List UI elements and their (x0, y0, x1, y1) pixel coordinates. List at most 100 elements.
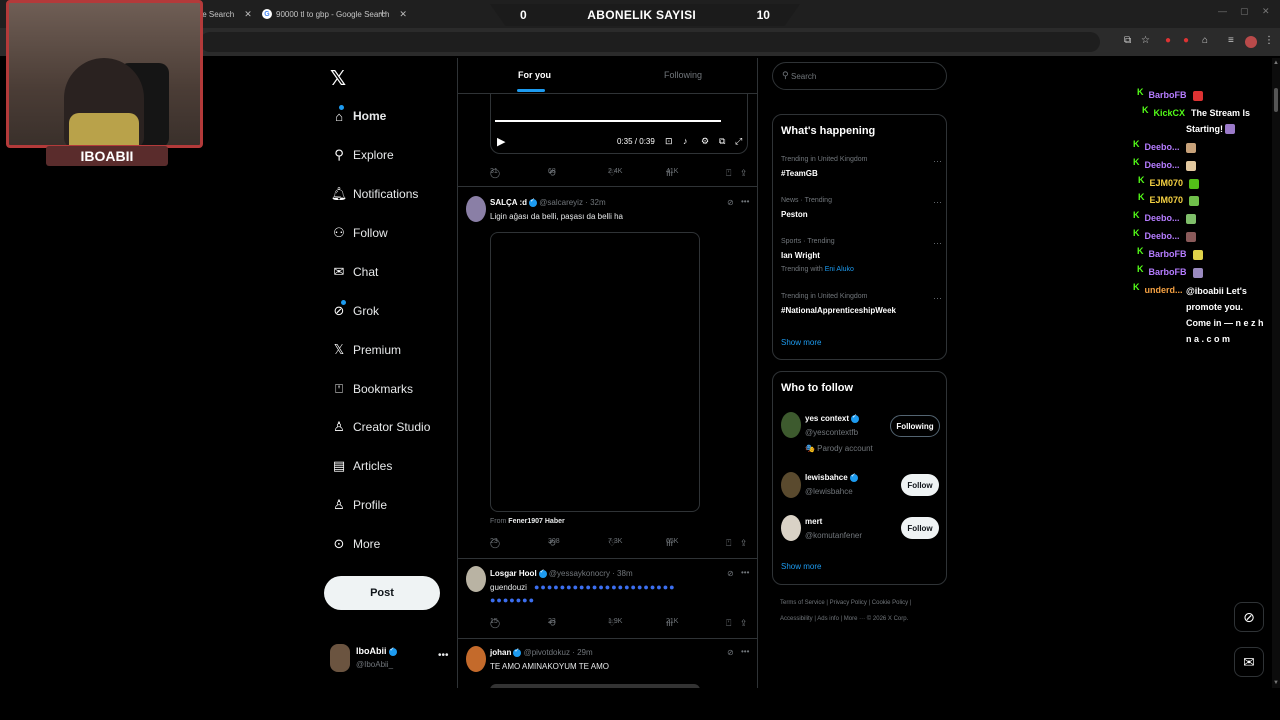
more-dots-icon[interactable]: ••• (741, 647, 749, 656)
extension-icon[interactable]: ● (1165, 35, 1171, 46)
tweet-author-handle[interactable]: @salcareyiz (539, 198, 583, 207)
source-link[interactable]: Fener1907 Haber (508, 518, 564, 525)
video-progress-bar[interactable] (495, 120, 721, 122)
close-tab-icon[interactable]: ✕ (244, 9, 252, 20)
nav-follow[interactable]: ⚇ Follow (330, 222, 388, 244)
whats-happening-panel: What's happening Trending in United King… (772, 114, 947, 360)
tab-for-you[interactable]: For you (518, 70, 551, 80)
avatar[interactable] (466, 566, 486, 592)
avatar[interactable] (781, 472, 801, 498)
reading-list-icon[interactable]: ≡ (1228, 35, 1234, 46)
show-more-link[interactable]: Show more (781, 562, 821, 571)
nav-bookmarks[interactable]: ⍞ Bookmarks (330, 378, 413, 400)
following-button[interactable]: Following (890, 415, 940, 437)
video-player[interactable]: ▶ 0:35 / 0:39 ⊡ ♪ ⚙ ⧉ ⤢ (490, 94, 748, 154)
avatar[interactable] (781, 412, 801, 438)
emote-icon (1192, 267, 1203, 278)
pip-icon[interactable]: ⧉ (719, 136, 725, 147)
trend-sub-link[interactable]: Eni Aluko (825, 266, 854, 273)
grok-icon[interactable]: ⊘ (727, 198, 734, 207)
nav-chat[interactable]: ✉ Chat (330, 261, 379, 283)
scroll-down-icon[interactable]: ▼ (1273, 680, 1279, 686)
more-dots-icon[interactable]: ··· (933, 293, 942, 303)
captions-icon[interactable]: ⊡ (665, 136, 673, 147)
tweet-author-name[interactable]: Losgar Hool (490, 569, 537, 578)
nav-creator-studio[interactable]: ♙ Creator Studio (330, 416, 430, 438)
suggested-user-name[interactable]: mert (805, 517, 822, 526)
trend-name[interactable]: Peston (781, 210, 808, 219)
volume-icon[interactable]: ♪ (683, 136, 688, 146)
nav-more[interactable]: ⊙ More (330, 533, 381, 555)
tweet-text: guendouzi (490, 583, 527, 592)
search-box[interactable]: ⚲ (772, 62, 947, 90)
more-dots-icon[interactable]: ··· (933, 238, 942, 248)
maximize-icon[interactable]: ▢ (1240, 6, 1249, 17)
tweet-author-name[interactable]: SALÇA :d (490, 198, 527, 207)
trend-name[interactable]: #TeamGB (781, 169, 818, 178)
scroll-up-icon[interactable]: ▲ (1273, 60, 1279, 66)
messages-float-button[interactable]: ✉ (1234, 647, 1264, 677)
extension-icon[interactable]: ● (1183, 35, 1189, 46)
settings-gear-icon[interactable]: ⚙ (701, 136, 709, 147)
new-tab-button[interactable]: + (379, 6, 386, 20)
follow-button[interactable]: Follow (901, 517, 939, 539)
suggested-user-name[interactable]: lewisbahce (805, 472, 858, 482)
person-add-icon: ⚇ (333, 225, 345, 240)
browser-tab[interactable]: gle Search ✕ (196, 5, 252, 23)
avatar[interactable] (466, 646, 486, 672)
address-bar[interactable] (200, 32, 1100, 52)
x-logo-icon[interactable]: 𝕏 (330, 66, 346, 91)
more-dots-icon[interactable]: ··· (933, 197, 942, 207)
tweet-time[interactable]: 32m (590, 198, 606, 207)
page-scrollbar[interactable] (1272, 58, 1280, 688)
tweet-media[interactable] (490, 232, 700, 512)
nav-articles[interactable]: ▤ Articles (330, 455, 393, 477)
more-dots-icon[interactable]: ··· (933, 156, 942, 166)
trend-name[interactable]: Ian Wright (781, 251, 820, 260)
tab-following[interactable]: Following (664, 70, 702, 80)
more-dots-icon[interactable]: ••• (741, 197, 749, 206)
nav-notifications[interactable]: 🔔︎ Notifications (330, 183, 419, 205)
tweet-time[interactable]: 29m (577, 648, 593, 657)
nav-premium[interactable]: 𝕏 Premium (330, 339, 401, 361)
avatar[interactable] (466, 196, 486, 222)
tweet-media[interactable] (490, 684, 700, 688)
search-input[interactable] (791, 69, 941, 83)
extensions-puzzle-icon[interactable]: ⌂ (1202, 35, 1208, 46)
chat-username: BarboFB (1148, 267, 1187, 277)
tweet-author-handle[interactable]: @pivotdokuz (524, 648, 570, 657)
grok-float-button[interactable]: ⊘ (1234, 602, 1264, 632)
nav-explore[interactable]: ⚲ Explore (330, 144, 394, 166)
grok-icon[interactable]: ⊘ (727, 648, 734, 657)
suggested-user-name[interactable]: yes context (805, 413, 860, 423)
cast-icon[interactable]: ⧉ (1124, 35, 1131, 46)
more-dots-icon[interactable]: ••• (438, 650, 449, 661)
scrollbar-thumb[interactable] (1274, 88, 1278, 112)
footer-links[interactable]: Terms of Service | Privacy Policy | Cook… (780, 600, 911, 606)
bookmark-icon: ⍞ (726, 168, 732, 178)
post-button[interactable]: Post (324, 576, 440, 610)
minimize-icon[interactable]: — (1218, 6, 1227, 16)
play-icon[interactable]: ▶ (497, 135, 505, 148)
more-dots-icon[interactable]: ••• (741, 568, 749, 577)
bookmark-star-icon[interactable]: ☆ (1141, 35, 1150, 46)
show-more-link[interactable]: Show more (781, 338, 821, 347)
nav-label: Explore (353, 148, 394, 162)
grok-icon[interactable]: ⊘ (727, 569, 734, 578)
close-window-icon[interactable]: ✕ (1262, 6, 1270, 17)
tweet-time[interactable]: 38m (617, 569, 633, 578)
trend-name[interactable]: #NationalApprenticeshipWeek (781, 306, 896, 315)
tweet-author-handle[interactable]: @yessaykonocry (549, 569, 610, 578)
account-switcher[interactable]: IboAbii @IboAbii_ ••• (330, 644, 450, 674)
nav-profile[interactable]: ♙ Profile (330, 494, 387, 516)
avatar[interactable] (781, 515, 801, 541)
tweet-author-name[interactable]: johan (490, 648, 511, 657)
close-tab-icon[interactable]: ✕ (399, 9, 407, 20)
follow-button[interactable]: Follow (901, 474, 939, 496)
nav-grok[interactable]: ⊘ Grok (330, 300, 379, 322)
footer-links[interactable]: Accessibility | Ads info | More ··· © 20… (780, 616, 908, 622)
home-icon: ⌂ (335, 108, 343, 124)
browser-menu-icon[interactable]: ⋮ (1264, 35, 1274, 46)
profile-avatar[interactable] (1245, 36, 1257, 48)
fullscreen-icon[interactable]: ⤢ (735, 136, 742, 147)
